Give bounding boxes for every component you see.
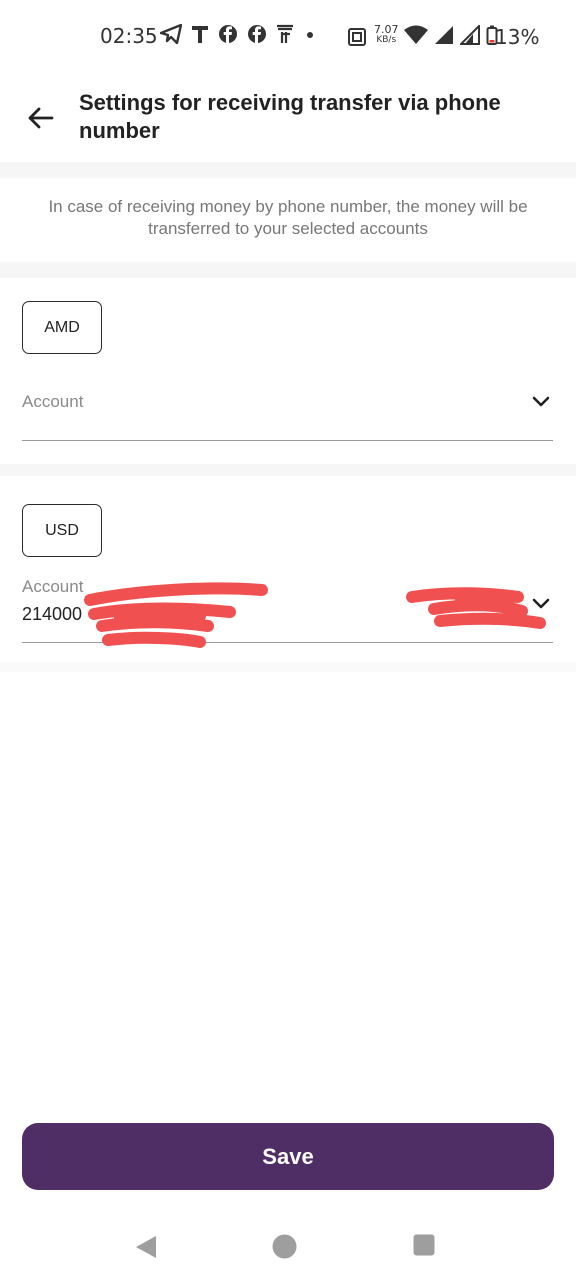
redaction-scribble [406, 587, 546, 629]
telegram-icon [160, 24, 182, 44]
status-bar: 02:35 7.07 KB/s 13% [0, 0, 576, 72]
home-circle-icon[interactable] [272, 1234, 297, 1259]
nfc-icon [348, 28, 366, 46]
section-divider [0, 162, 576, 178]
account-select-amd[interactable]: Account [22, 386, 553, 441]
chevron-down-icon [532, 396, 550, 407]
battery-percent: 13% [495, 25, 540, 49]
notification-icons [160, 24, 317, 44]
account-value: 214000 [22, 604, 83, 624]
system-nav-bar [0, 1210, 576, 1280]
arrow-left-icon[interactable] [24, 102, 56, 134]
facebook-icon [248, 25, 266, 43]
account-card-amd: AMD Account [0, 278, 576, 464]
network-speed: 7.07 KB/s [374, 23, 399, 45]
page-title: Settings for receiving transfer via phon… [79, 90, 501, 143]
app-header: Settings for receiving transfer via phon… [0, 72, 576, 162]
signal-icon [435, 26, 453, 44]
section-divider [0, 662, 576, 672]
app-icon [277, 24, 293, 43]
facebook-icon [219, 25, 237, 43]
signal-r-icon [460, 25, 480, 45]
info-text: In case of receiving money by phone numb… [48, 197, 528, 238]
back-triangle-icon[interactable] [134, 1234, 158, 1260]
section-divider [0, 262, 576, 278]
save-button[interactable]: Save [22, 1123, 554, 1190]
wifi-icon [404, 25, 428, 44]
recents-square-icon[interactable] [413, 1234, 435, 1256]
info-section: In case of receiving money by phone numb… [0, 178, 576, 262]
redaction-scribble [84, 582, 268, 648]
currency-chip-usd[interactable]: USD [22, 504, 102, 557]
section-divider [0, 464, 576, 476]
dot-icon [307, 32, 313, 38]
account-label: Account [22, 577, 84, 596]
status-time: 02:35 [100, 24, 158, 48]
currency-chip-amd[interactable]: AMD [22, 301, 102, 354]
account-label: Account [22, 392, 84, 411]
t-app-icon [192, 26, 208, 43]
